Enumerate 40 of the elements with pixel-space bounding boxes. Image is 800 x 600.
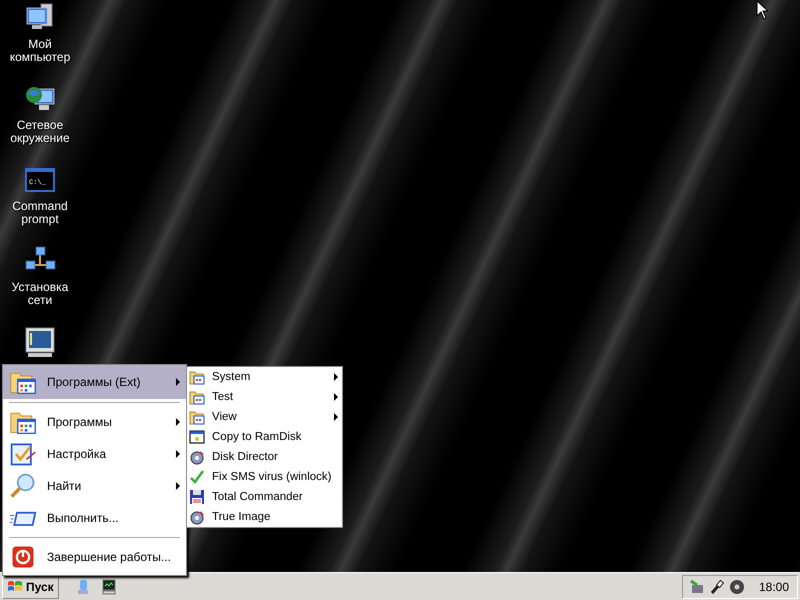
submenu-item[interactable]: Disk Director [187, 447, 342, 467]
start-menu-item[interactable]: Настройка [3, 438, 186, 470]
window-icon [189, 429, 205, 445]
desktop-icon-label: Сетевое окружение [9, 119, 71, 145]
desktop-icon-label: Установка сети [10, 281, 70, 307]
submenu-item[interactable]: Total Commander [187, 487, 342, 507]
submenu-item[interactable]: Fix SMS virus (winlock) [187, 467, 342, 487]
start-menu-item[interactable]: Программы (Ext) [3, 365, 186, 399]
submenu-item[interactable]: View [187, 407, 342, 427]
submenu-arrow-icon [176, 482, 180, 490]
submenu-item[interactable]: Test [187, 387, 342, 407]
submenu-item[interactable]: True Image [187, 507, 342, 527]
submenu-item[interactable]: System [187, 367, 342, 387]
submenu-arrow-icon [334, 413, 338, 421]
start-menu-item[interactable]: Выполнить... [3, 502, 186, 534]
checkmark-icon [189, 469, 205, 485]
usb-plug-icon[interactable] [708, 578, 725, 594]
mouse-cursor-icon [756, 0, 768, 20]
disk-icon[interactable] [728, 578, 745, 594]
folder-icon [189, 389, 205, 405]
start-menu-item[interactable]: Завершение работы... [3, 541, 186, 573]
start-menu-item[interactable]: Программы [3, 406, 186, 438]
submenu-item[interactable]: Copy to RamDisk [187, 427, 342, 447]
desktop-icon-label: Мой компьютер [8, 38, 72, 64]
submenu-arrow-icon [176, 378, 180, 386]
submenu-arrow-icon [176, 450, 180, 458]
folder-icon [189, 409, 205, 425]
submenu-arrow-icon [176, 418, 180, 426]
submenu-arrow-icon [334, 393, 338, 401]
submenu-arrow-icon [334, 373, 338, 381]
disk-icon [189, 509, 205, 525]
start-button[interactable]: Пуск [2, 574, 59, 598]
clock: 18:00 [758, 580, 789, 594]
folder-icon [189, 369, 205, 385]
disk-icon [189, 449, 205, 465]
monitor-icon[interactable] [100, 578, 117, 594]
start-menu-item[interactable]: Найти [3, 470, 186, 502]
search-icon [9, 472, 37, 500]
monitor-icon[interactable] [24, 326, 56, 358]
desktop-icon-label: Command prompt [11, 200, 69, 226]
